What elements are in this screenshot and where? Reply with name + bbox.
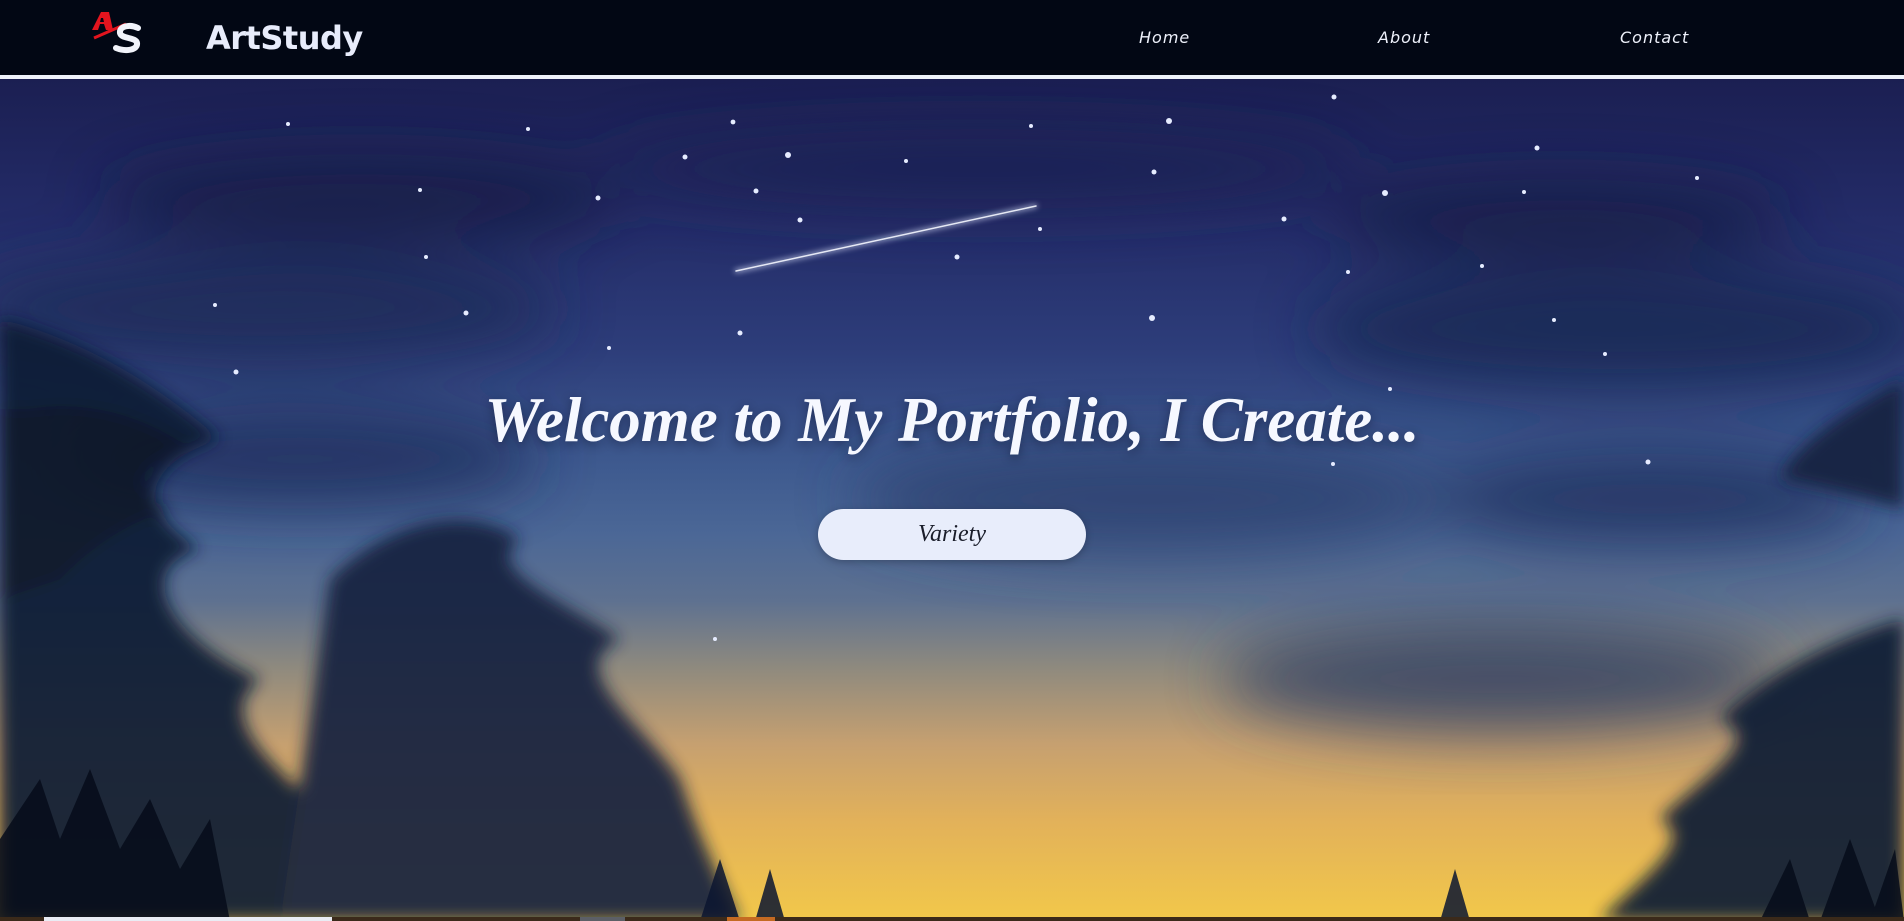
hero-background-image: [0, 94, 1904, 921]
bottom-highlight: [44, 917, 332, 921]
variety-button[interactable]: Variety: [818, 509, 1086, 560]
hero-section: Welcome to My Portfolio, I Create... Var…: [0, 79, 1904, 921]
top-navbar: ArtStudy Home About Contact: [0, 0, 1904, 75]
nav-link-home[interactable]: Home: [1139, 28, 1190, 47]
brand-name[interactable]: ArtStudy: [206, 19, 363, 57]
nav-link-contact[interactable]: Contact: [1620, 28, 1689, 47]
artstudy-logo-icon[interactable]: [92, 10, 148, 56]
bottom-segment-accent: [727, 917, 775, 921]
bottom-segment: [580, 917, 625, 921]
nav-link-about[interactable]: About: [1378, 28, 1430, 47]
hero-title: Welcome to My Portfolio, I Create...: [484, 385, 1420, 455]
